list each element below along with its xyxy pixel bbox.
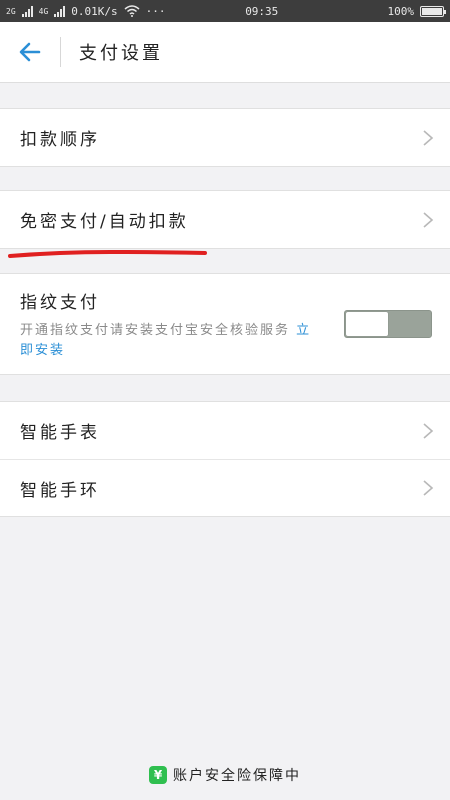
group-deduction-order: 扣款顺序: [0, 108, 450, 167]
row-label: 智能手环: [20, 480, 100, 501]
battery-percent: 100%: [387, 4, 415, 18]
signal-icon-2: [54, 5, 66, 17]
fingerprint-title: 指纹支付: [20, 292, 100, 313]
group-password-free: 免密支付/自动扣款: [0, 190, 450, 249]
row-fingerprint: 指纹支付 开通指纹支付请安装支付宝安全核验服务 立即安装: [0, 274, 450, 374]
status-right: 100%: [387, 4, 446, 18]
battery-icon: [420, 5, 446, 17]
row-password-free[interactable]: 免密支付/自动扣款: [0, 191, 450, 248]
row-label: 智能手表: [20, 423, 100, 443]
shield-yuan-icon: ¥: [149, 766, 167, 784]
row-label: 扣款顺序: [20, 130, 100, 150]
network-label-left: 2G: [6, 6, 16, 16]
header-divider: [60, 37, 61, 67]
back-button[interactable]: [0, 22, 60, 83]
toggle-knob: [346, 312, 388, 336]
row-smart-watch[interactable]: 智能手表: [0, 402, 450, 459]
chevron-right-icon: [423, 211, 434, 228]
app-header: 支付设置: [0, 22, 450, 83]
battery-fill: [422, 7, 442, 15]
row-deduction-order[interactable]: 扣款顺序: [0, 109, 450, 166]
group-smart-devices: 智能手表 智能手环: [0, 401, 450, 517]
fingerprint-desc: 开通指纹支付请安装支付宝安全核验服务 立即安装: [20, 321, 320, 361]
arrow-left-icon: [19, 42, 41, 62]
chevron-right-icon: [423, 422, 434, 439]
status-bar: 2G 4G 0.01K/s ··· 09:35 100%: [0, 0, 450, 22]
fingerprint-desc-text: 开通指纹支付请安装支付宝安全核验服务: [20, 322, 291, 338]
chevron-right-icon: [423, 129, 434, 146]
row-label: 免密支付/自动扣款: [20, 212, 189, 232]
footer-text: 账户安全险保障中: [173, 768, 301, 784]
network-label-right: 4G: [38, 6, 49, 16]
network-speed: 0.01K/s: [71, 4, 118, 18]
signal-icon: [21, 5, 33, 17]
page-title: 支付设置: [79, 43, 163, 64]
fingerprint-text: 指纹支付 开通指纹支付请安装支付宝安全核验服务 立即安装: [20, 288, 320, 361]
status-time: 09:35: [245, 4, 279, 18]
group-fingerprint: 指纹支付 开通指纹支付请安装支付宝安全核验服务 立即安装: [0, 273, 450, 375]
row-smart-band[interactable]: 智能手环: [0, 459, 450, 516]
fingerprint-toggle[interactable]: [344, 310, 432, 338]
footer-insurance: ¥ 账户安全险保障中: [0, 762, 450, 788]
chevron-right-icon: [423, 480, 434, 496]
